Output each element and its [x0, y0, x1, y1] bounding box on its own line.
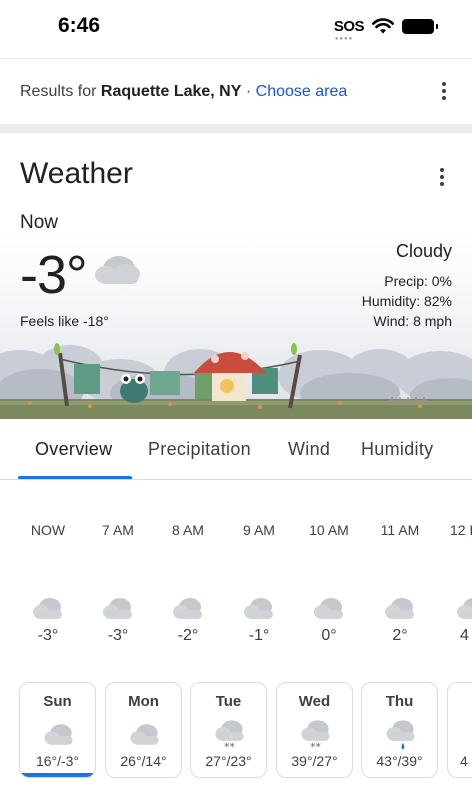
cloud-icon: [103, 598, 132, 619]
hour-label: 9 AM: [243, 522, 275, 538]
hour-temp: 0°: [321, 627, 337, 644]
weather-title: Weather: [20, 157, 133, 190]
cloud-icon: [385, 598, 414, 619]
hour-label: 7 AM: [102, 522, 134, 538]
cloud-icon: [457, 598, 472, 619]
results-separator: ·: [245, 83, 252, 100]
tab-precipitation[interactable]: Precipitation: [148, 439, 251, 460]
hour-label: 8 AM: [172, 522, 204, 538]
results-text: Results for Raquette Lake, NY · Choose a…: [20, 83, 347, 101]
day-range: 43°/39°: [376, 753, 423, 769]
selected-day-indicator: [20, 773, 95, 777]
condition-label: Cloudy: [395, 241, 452, 261]
tab-overview[interactable]: Overview: [35, 439, 112, 460]
cloud-icon: [33, 598, 62, 619]
day-name: Tue: [215, 693, 242, 710]
feels-like: Feels like -18°: [20, 313, 109, 329]
status-icons: SOS ●●●●: [333, 18, 438, 42]
sos-indicator: SOS ●●●●: [333, 18, 365, 42]
day-card-mon[interactable]: Mon 26°/14°: [105, 682, 182, 778]
hour-temp: -1°: [248, 627, 270, 644]
results-location: Raquette Lake, NY: [100, 83, 242, 100]
day-range: 26°/14°: [120, 753, 167, 769]
svg-text:**: **: [224, 741, 235, 751]
snow-cloud-icon: **: [215, 720, 244, 751]
wifi-icon: [372, 18, 394, 34]
status-time: 6:46: [58, 14, 101, 37]
weather-more-icon[interactable]: [432, 167, 452, 187]
choose-area-link[interactable]: Choose area: [256, 83, 348, 100]
hour-temp: -3°: [107, 627, 129, 644]
cloud-icon: [244, 598, 273, 619]
active-tab-indicator: [18, 476, 132, 479]
day-range: 4: [460, 753, 468, 769]
hour-temp: 4: [460, 627, 469, 644]
day-card-thu[interactable]: Thu 43°/39°: [361, 682, 438, 778]
day-name: Sun: [43, 693, 72, 710]
day-range: 16°/-3°: [35, 753, 80, 769]
snow-cloud-icon: **: [301, 720, 330, 751]
tab-humidity[interactable]: Humidity: [361, 439, 433, 460]
weather-card: Weather Now -3° Feels like -18° Cloudy P…: [0, 133, 472, 800]
day-card-tue[interactable]: Tue ** 27°/23°: [190, 682, 267, 778]
hour-label: NOW: [30, 522, 66, 538]
cloud-icon: [130, 724, 159, 745]
day-card-sun[interactable]: Sun 16°/-3°: [19, 682, 96, 778]
hour-label: 11 AM: [380, 522, 420, 538]
day-name: Wed: [298, 693, 331, 710]
day-range: 39°/27°: [291, 753, 338, 769]
section-divider: [0, 124, 472, 133]
signal-dots-icon: ●●●●: [334, 36, 354, 42]
wind-value: Wind: 8 mph: [373, 313, 452, 329]
precip-value: Precip: 0%: [384, 273, 452, 289]
now-label: Now: [20, 212, 59, 233]
results-prefix: Results for: [20, 83, 97, 100]
cloud-icon: [173, 598, 202, 619]
svg-text:**: **: [310, 741, 321, 751]
results-more-icon[interactable]: [434, 81, 454, 101]
status-bar: 6:46 SOS ●●●●: [0, 0, 472, 56]
cloud-icon: [95, 256, 140, 284]
rain-cloud-icon: [386, 720, 415, 750]
hour-temp: 2°: [392, 627, 408, 644]
day-card-partial[interactable]: 4: [447, 682, 472, 778]
hour-temp: -3°: [37, 627, 59, 644]
hour-label: 10 AM: [309, 522, 349, 538]
current-temperature: -3°: [20, 245, 88, 305]
cloud-icon: [44, 724, 73, 745]
results-bar: Results for Raquette Lake, NY · Choose a…: [0, 58, 472, 124]
day-card-wed[interactable]: Wed ** 39°/27°: [276, 682, 353, 778]
tab-wind[interactable]: Wind: [288, 439, 330, 460]
hour-temp: -2°: [177, 627, 199, 644]
hour-label: 12 P: [450, 522, 472, 538]
battery-icon: [402, 19, 438, 34]
weather-tabs: Overview Precipitation Wind Humidity: [0, 419, 472, 480]
day-name: Mon: [128, 693, 159, 710]
day-name: Thu: [385, 693, 414, 710]
sos-label: SOS: [333, 18, 365, 35]
cloud-icon: [314, 598, 343, 619]
humidity-value: Humidity: 82%: [361, 293, 452, 309]
day-range: 27°/23°: [205, 753, 252, 769]
